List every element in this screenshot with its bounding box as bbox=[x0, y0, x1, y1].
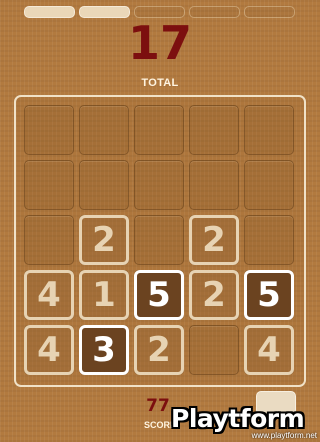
progress-segment bbox=[244, 6, 295, 18]
total-value: 17 bbox=[127, 16, 192, 70]
number-tile[interactable]: 2 bbox=[79, 215, 129, 265]
board-cell[interactable] bbox=[79, 160, 129, 210]
progress-segment bbox=[24, 6, 75, 18]
board-cell[interactable] bbox=[189, 325, 239, 375]
total-label: TOTAL bbox=[141, 77, 179, 89]
number-tile[interactable]: 4 bbox=[244, 325, 294, 375]
board-cell[interactable] bbox=[244, 105, 294, 155]
board-cell[interactable] bbox=[24, 160, 74, 210]
board-cell[interactable] bbox=[24, 105, 74, 155]
board-cell[interactable] bbox=[244, 215, 294, 265]
number-tile[interactable]: 1 bbox=[79, 270, 129, 320]
board-cell[interactable] bbox=[134, 160, 184, 210]
board-cell[interactable] bbox=[134, 105, 184, 155]
number-tile[interactable]: 5 bbox=[134, 270, 184, 320]
number-tile[interactable]: 2 bbox=[134, 325, 184, 375]
number-tile[interactable]: 2 bbox=[189, 215, 239, 265]
number-tile[interactable]: 4 bbox=[24, 270, 74, 320]
game-board[interactable]: 22415254324 bbox=[14, 95, 306, 387]
board-cell[interactable] bbox=[189, 160, 239, 210]
progress-segment bbox=[79, 6, 130, 18]
playtform-watermark: Playtform www.playtform.net bbox=[165, 402, 320, 442]
board-cell[interactable] bbox=[79, 105, 129, 155]
progress-segment bbox=[189, 6, 240, 18]
board-cell[interactable] bbox=[189, 105, 239, 155]
watermark-logo: Playtform bbox=[171, 404, 305, 433]
board-cell[interactable] bbox=[24, 215, 74, 265]
board-cell[interactable] bbox=[244, 160, 294, 210]
number-tile[interactable]: 2 bbox=[189, 270, 239, 320]
number-tile[interactable]: 4 bbox=[24, 325, 74, 375]
watermark-url: www.playtform.net bbox=[251, 431, 317, 440]
number-tile[interactable]: 3 bbox=[79, 325, 129, 375]
board-cell[interactable] bbox=[134, 215, 184, 265]
number-tile[interactable]: 5 bbox=[244, 270, 294, 320]
